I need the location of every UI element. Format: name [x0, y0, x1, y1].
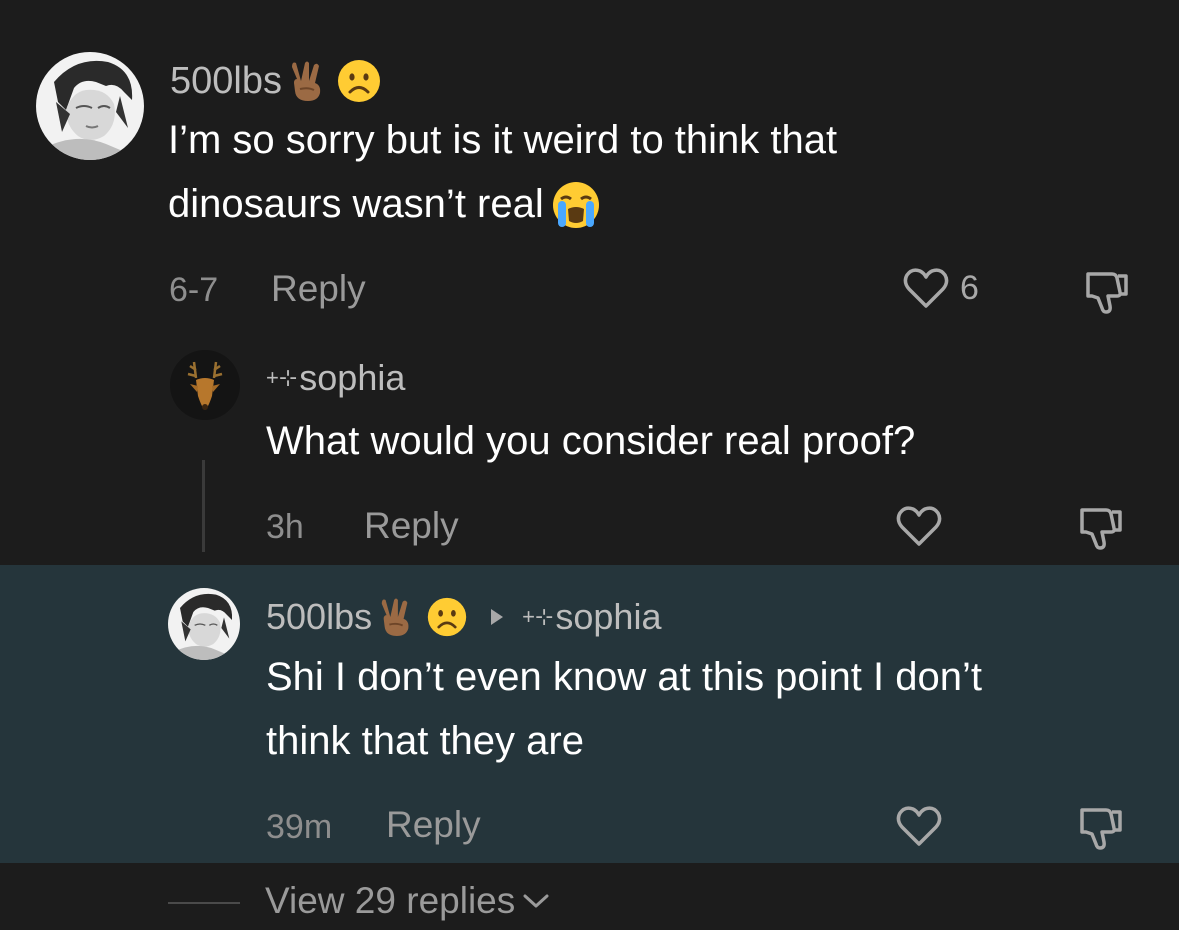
like-button[interactable] [895, 504, 943, 548]
username-decoration: +⊹ [266, 365, 298, 390]
dislike-button[interactable] [1076, 802, 1126, 852]
reply-button[interactable]: Reply [271, 270, 366, 307]
reply-timestamp: 3h [266, 508, 304, 546]
reply-to-username[interactable]: sophia [555, 599, 661, 635]
chevron-down-icon [523, 893, 549, 909]
reply-username[interactable]: +⊹ sophia [266, 360, 405, 396]
comment-text: dinosaurs wasn’t real [168, 182, 544, 226]
comment-timestamp: 6-7 [169, 271, 219, 309]
loudly-crying-face-icon [550, 179, 602, 231]
username-text[interactable]: 500lbs [266, 599, 372, 635]
heart-icon [902, 266, 950, 310]
victory-hand-icon [288, 59, 326, 103]
heart-icon [895, 804, 943, 848]
username-text[interactable]: 500lbs [170, 62, 282, 100]
like-count: 6 [960, 269, 979, 307]
username-decoration: +⊹ [522, 604, 554, 629]
dislike-button[interactable] [1082, 266, 1132, 316]
play-arrow-icon [490, 608, 504, 626]
frowning-face-icon [426, 596, 468, 638]
view-replies-label[interactable]: View 29 replies [265, 882, 515, 919]
view-replies-button[interactable]: View 29 replies [265, 882, 549, 919]
victory-hand-icon [378, 596, 414, 638]
thread-line [202, 460, 205, 552]
like-button[interactable]: 6 [902, 266, 979, 310]
comment-username[interactable]: 500lbs [170, 58, 382, 104]
reply-timestamp: 39m [266, 808, 333, 846]
avatar[interactable] [168, 588, 240, 660]
dislike-button[interactable] [1076, 502, 1126, 552]
reply-text-line-2: think that they are [266, 719, 584, 763]
reply-button[interactable]: Reply [364, 507, 459, 544]
comment-text-line-2: dinosaurs wasn’t real [168, 173, 602, 236]
view-replies-divider [168, 902, 240, 904]
avatar[interactable] [170, 350, 240, 420]
avatar[interactable] [36, 52, 144, 160]
comment-text-line: I’m so sorry but is it weird to think th… [168, 118, 838, 162]
thumbs-down-icon [1076, 802, 1126, 852]
reply-text-line: Shi I don’t even know at this point I do… [266, 655, 982, 699]
reply-text-line: What would you consider real proof? [266, 419, 916, 463]
frowning-face-icon [336, 58, 382, 104]
thumbs-down-icon [1076, 502, 1126, 552]
username-text[interactable]: sophia [299, 360, 405, 396]
heart-icon [895, 504, 943, 548]
reply-username[interactable]: 500lbs +⊹ sophia [266, 596, 661, 638]
reply-button[interactable]: Reply [386, 806, 481, 843]
thumbs-down-icon [1082, 266, 1132, 316]
like-button[interactable] [895, 804, 943, 848]
